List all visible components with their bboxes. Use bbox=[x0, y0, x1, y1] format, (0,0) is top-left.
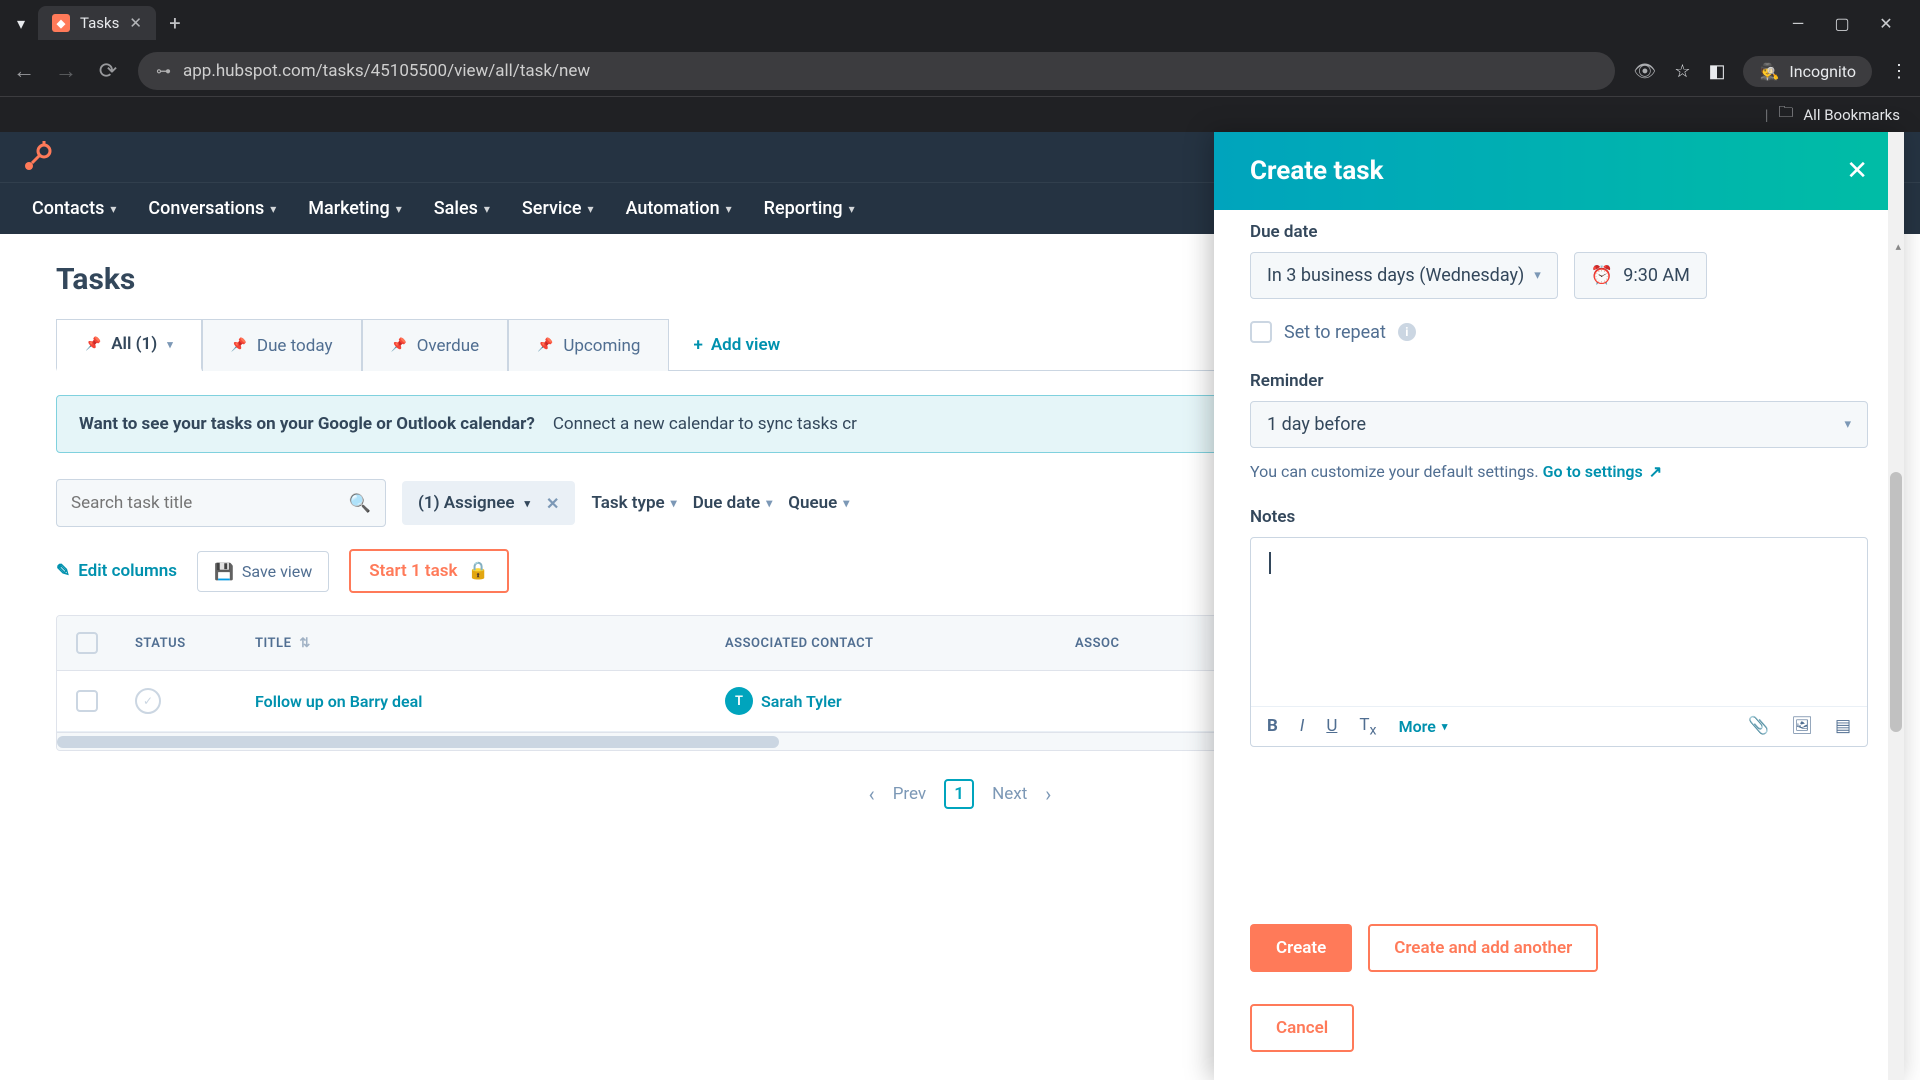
next-page-button[interactable]: Next bbox=[992, 784, 1027, 804]
bookmark-star-icon[interactable]: ☆ bbox=[1674, 61, 1690, 82]
maximize-icon[interactable]: ▢ bbox=[1832, 14, 1852, 33]
avatar: T bbox=[725, 687, 753, 715]
nav-sales[interactable]: Sales▾ bbox=[434, 198, 490, 219]
back-icon[interactable]: ← bbox=[12, 58, 36, 84]
col-contact[interactable]: ASSOCIATED CONTACT bbox=[707, 616, 1057, 670]
panel-scrollbar[interactable]: ▴ bbox=[1888, 132, 1904, 1080]
notes-textarea[interactable] bbox=[1251, 538, 1867, 706]
select-all-checkbox[interactable] bbox=[76, 632, 98, 654]
site-info-icon[interactable]: ⊶ bbox=[156, 62, 171, 80]
pencil-icon: ✎ bbox=[56, 561, 70, 581]
page-number[interactable]: 1 bbox=[944, 779, 974, 809]
close-panel-icon[interactable]: ✕ bbox=[1846, 156, 1868, 186]
lock-icon: 🔒 bbox=[467, 561, 488, 581]
nav-reporting[interactable]: Reporting▾ bbox=[764, 198, 855, 219]
bold-icon[interactable]: B bbox=[1267, 716, 1278, 736]
hubspot-favicon: ◆ bbox=[52, 14, 70, 32]
all-bookmarks-button[interactable]: All Bookmarks bbox=[1803, 106, 1900, 124]
tab-due-today[interactable]: 📌 Due today bbox=[202, 319, 362, 371]
pin-icon: 📌 bbox=[391, 338, 407, 353]
start-task-button[interactable]: Start 1 task 🔒 bbox=[349, 549, 508, 593]
nav-marketing[interactable]: Marketing▾ bbox=[308, 198, 402, 219]
incognito-icon: 🕵 bbox=[1759, 62, 1779, 81]
create-and-add-another-button[interactable]: Create and add another bbox=[1368, 924, 1598, 972]
create-task-panel: Create task ✕ Due date In 3 business day… bbox=[1214, 132, 1904, 1080]
browser-tab[interactable]: ◆ Tasks ✕ bbox=[38, 6, 156, 40]
clock-icon: ⏰ bbox=[1591, 265, 1613, 286]
cancel-button[interactable]: Cancel bbox=[1250, 1004, 1354, 1052]
notes-label: Notes bbox=[1250, 507, 1868, 527]
tab-upcoming[interactable]: 📌 Upcoming bbox=[508, 319, 669, 371]
contact-link[interactable]: Sarah Tyler bbox=[761, 692, 842, 711]
minimize-icon[interactable]: — bbox=[1788, 14, 1808, 33]
plus-icon: + bbox=[693, 335, 702, 355]
task-title-link[interactable]: Follow up on Barry deal bbox=[255, 692, 422, 711]
create-button[interactable]: Create bbox=[1250, 924, 1352, 972]
close-tab-icon[interactable]: ✕ bbox=[129, 14, 142, 32]
new-tab-button[interactable]: + bbox=[160, 8, 190, 38]
forward-icon[interactable]: → bbox=[54, 58, 78, 84]
attachment-icon[interactable]: 📎 bbox=[1748, 716, 1769, 736]
clear-format-icon[interactable]: Tx bbox=[1359, 715, 1376, 738]
incognito-badge[interactable]: 🕵 Incognito bbox=[1743, 56, 1872, 87]
status-circle[interactable]: ✓ bbox=[135, 688, 161, 714]
nav-automation[interactable]: Automation▾ bbox=[626, 198, 732, 219]
search-input-wrapper[interactable]: 🔍 bbox=[56, 479, 386, 527]
clear-filter-icon[interactable]: ✕ bbox=[546, 494, 559, 513]
italic-icon[interactable]: I bbox=[1300, 716, 1304, 736]
reminder-label: Reminder bbox=[1250, 371, 1868, 391]
sort-icon: ⇅ bbox=[299, 636, 310, 651]
add-view-button[interactable]: + Add view bbox=[669, 319, 804, 370]
external-link-icon: ↗ bbox=[1649, 462, 1662, 481]
nav-service[interactable]: Service▾ bbox=[522, 198, 594, 219]
reload-icon[interactable]: ⟳ bbox=[96, 59, 120, 84]
sidepanel-icon[interactable]: ◧ bbox=[1708, 61, 1725, 82]
panel-title: Create task bbox=[1250, 156, 1384, 186]
row-checkbox[interactable] bbox=[76, 690, 98, 712]
repeat-label: Set to repeat bbox=[1284, 322, 1386, 343]
snippet-icon[interactable]: ▤ bbox=[1835, 716, 1851, 736]
eye-off-icon[interactable]: 👁 bbox=[1633, 61, 1656, 82]
repeat-checkbox[interactable] bbox=[1250, 321, 1272, 343]
col-title[interactable]: TITLE⇅ bbox=[237, 616, 707, 670]
tab-title: Tasks bbox=[80, 14, 119, 32]
save-icon: 💾 bbox=[214, 562, 234, 581]
underline-icon[interactable]: U bbox=[1326, 716, 1337, 736]
pin-icon: 📌 bbox=[231, 338, 247, 353]
due-date-label: Due date bbox=[1250, 222, 1868, 242]
nav-contacts[interactable]: Contacts▾ bbox=[32, 198, 116, 219]
pin-icon: 📌 bbox=[537, 338, 553, 353]
tab-list-dropdown[interactable]: ▾ bbox=[8, 10, 34, 36]
search-icon[interactable]: 🔍 bbox=[349, 493, 371, 514]
filter-task-type[interactable]: Task type bbox=[591, 493, 676, 513]
notes-editor[interactable]: B I U Tx More▾ 📎 🖼 ▤ bbox=[1250, 537, 1868, 747]
image-icon[interactable]: 🖼 bbox=[1791, 716, 1813, 736]
due-date-select[interactable]: In 3 business days (Wednesday) bbox=[1250, 252, 1558, 299]
prev-page-icon[interactable]: ‹ bbox=[869, 782, 875, 806]
pin-icon: 📌 bbox=[85, 337, 101, 352]
next-page-icon[interactable]: › bbox=[1045, 782, 1051, 806]
col-status[interactable]: STATUS bbox=[117, 616, 237, 670]
tab-all[interactable]: 📌 All (1) ▾ bbox=[56, 319, 202, 371]
prev-page-button[interactable]: Prev bbox=[893, 784, 926, 804]
go-to-settings-link[interactable]: Go to settings ↗ bbox=[1543, 462, 1663, 481]
kebab-menu-icon[interactable]: ⋮ bbox=[1890, 61, 1908, 82]
folder-icon: 🗀 bbox=[1778, 102, 1793, 127]
save-view-button[interactable]: 💾 Save view bbox=[197, 551, 329, 592]
address-bar[interactable]: ⊶ app.hubspot.com/tasks/45105500/view/al… bbox=[138, 52, 1615, 90]
filter-due-date[interactable]: Due date bbox=[693, 493, 773, 513]
reminder-select[interactable]: 1 day before ▾ bbox=[1250, 401, 1868, 448]
due-time-select[interactable]: ⏰ 9:30 AM bbox=[1574, 252, 1707, 299]
edit-columns-button[interactable]: ✎ Edit columns bbox=[56, 561, 177, 581]
url-text: app.hubspot.com/tasks/45105500/view/all/… bbox=[183, 61, 590, 81]
info-icon[interactable]: i bbox=[1398, 323, 1416, 341]
more-format-button[interactable]: More▾ bbox=[1399, 717, 1448, 736]
nav-conversations[interactable]: Conversations▾ bbox=[148, 198, 276, 219]
search-input[interactable] bbox=[71, 493, 349, 513]
close-window-icon[interactable]: ✕ bbox=[1876, 14, 1896, 33]
hubspot-logo[interactable] bbox=[22, 141, 54, 173]
tab-overdue[interactable]: 📌 Overdue bbox=[362, 319, 509, 371]
filter-queue[interactable]: Queue bbox=[788, 493, 849, 513]
filter-assignee[interactable]: (1) Assignee ▾ ✕ bbox=[402, 481, 575, 525]
